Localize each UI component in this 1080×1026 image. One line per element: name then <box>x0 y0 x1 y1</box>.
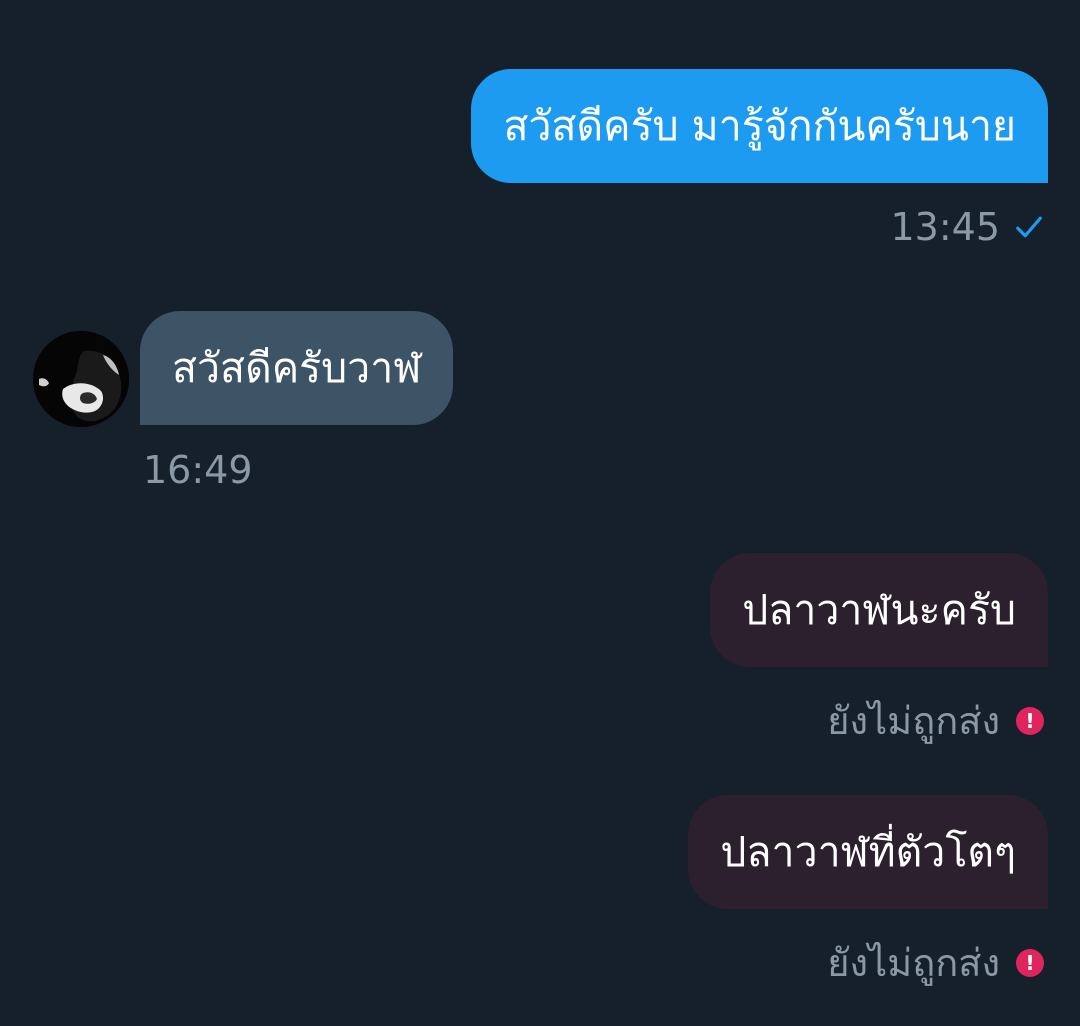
conversation-view: สวัสดีครับ มารู้จักกันครับนาย 13:45 สวัส… <box>0 0 1080 1026</box>
error-icon[interactable]: ! <box>1016 948 1044 977</box>
sent-message-bubble[interactable]: สวัสดีครับ มารู้จักกันครับนาย <box>471 69 1048 183</box>
message-meta[interactable]: ยังไม่ถูกส่ง ! <box>827 932 1044 993</box>
message-text: สวัสดีครับวาฬ <box>172 343 422 392</box>
message-meta: 13:45 <box>890 205 1044 249</box>
error-icon[interactable]: ! <box>1016 706 1044 735</box>
send-failed-label: ยังไม่ถูกส่ง <box>827 699 1000 743</box>
failed-message-bubble[interactable]: ปลาวาฬนะครับ <box>710 553 1048 667</box>
avatar[interactable] <box>33 331 129 427</box>
message-timestamp: 13:45 <box>890 205 1000 249</box>
message-text: สวัสดีครับ มารู้จักกันครับนาย <box>503 101 1016 150</box>
message-timestamp: 16:49 <box>143 448 253 492</box>
message-text: ปลาวาฬนะครับ <box>742 585 1016 634</box>
message-meta: 16:49 <box>143 448 253 492</box>
failed-message-bubble[interactable]: ปลาวาฬที่ตัวโตๆ <box>688 795 1048 909</box>
message-text: ปลาวาฬที่ตัวโตๆ <box>720 827 1016 876</box>
send-failed-label: ยังไม่ถูกส่ง <box>827 941 1000 985</box>
check-icon <box>1016 216 1042 238</box>
message-meta[interactable]: ยังไม่ถูกส่ง ! <box>827 690 1044 751</box>
avatar-image <box>33 331 129 427</box>
received-message-bubble[interactable]: สวัสดีครับวาฬ <box>140 311 454 425</box>
